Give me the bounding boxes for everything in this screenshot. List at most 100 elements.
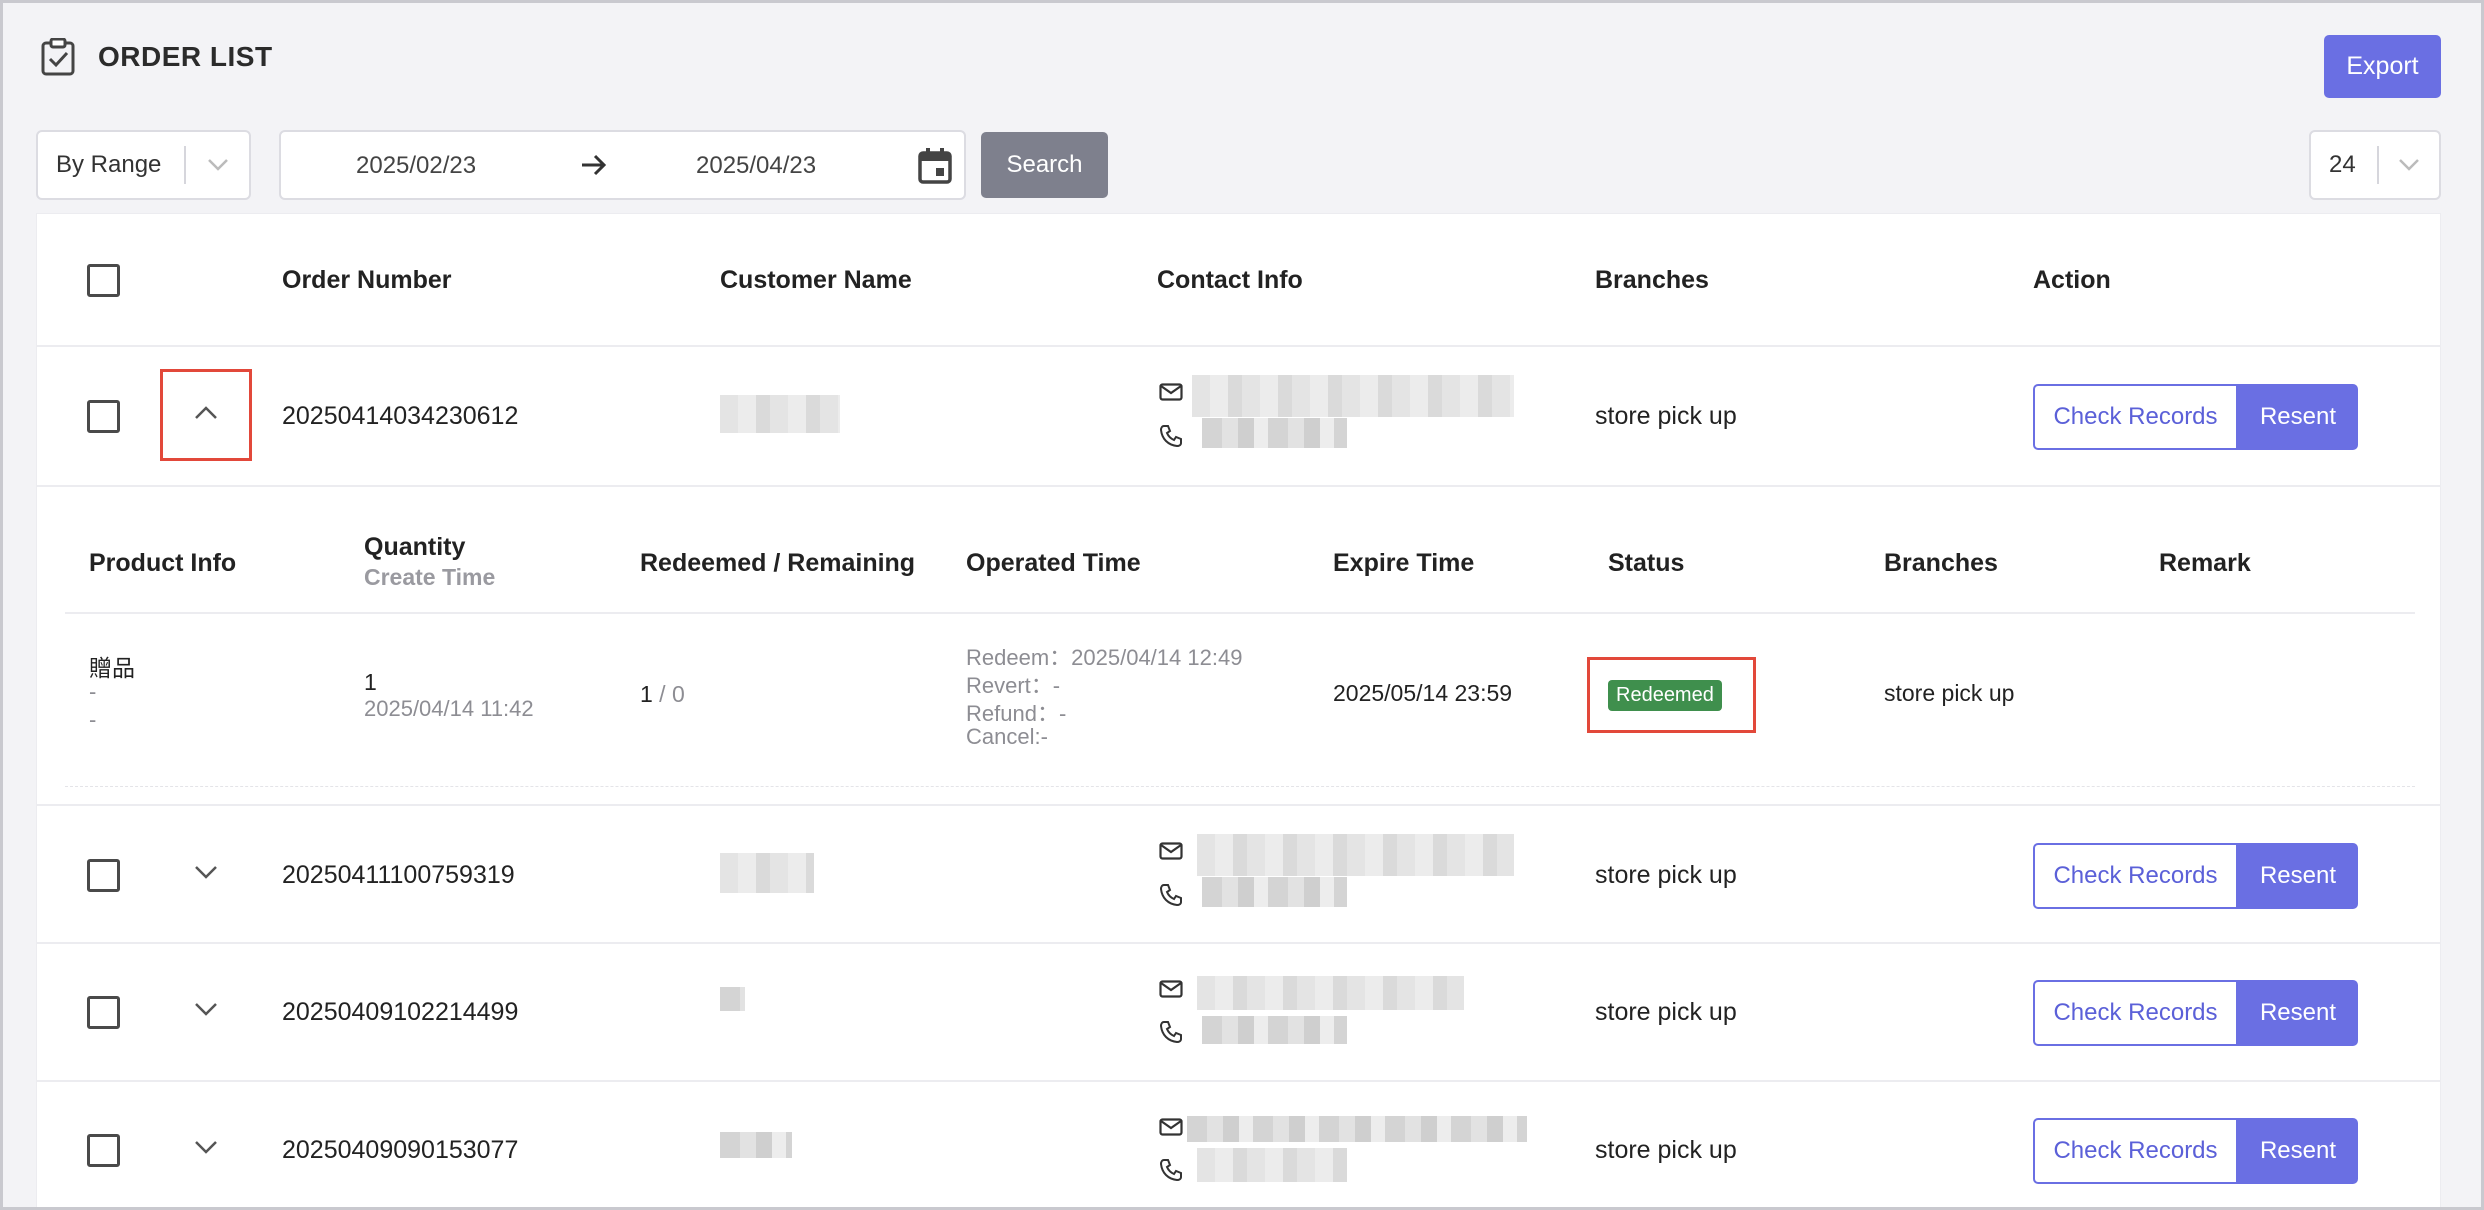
remaining-count: / 0: [652, 681, 685, 707]
phone-redacted: [1202, 418, 1347, 448]
order-number: 20250409102214499: [282, 998, 519, 1026]
item-quantity: 1: [364, 669, 377, 695]
check-records-button[interactable]: Check Records: [2033, 384, 2238, 450]
phone-icon: [1159, 1020, 1183, 1049]
table-row: 20250409090153077 store pick up Check Re…: [37, 1082, 2440, 1210]
mail-icon: [1159, 980, 1183, 1003]
customer-name-redacted: [720, 1132, 792, 1158]
detail-col-create-time: Create Time: [364, 564, 496, 590]
row-actions: Check Records Resent: [2033, 384, 2358, 450]
mail-icon: [1159, 842, 1183, 865]
branch-name: store pick up: [1595, 1136, 1737, 1164]
chevron-down-icon: [2379, 158, 2439, 172]
export-button[interactable]: Export: [2324, 35, 2441, 98]
check-records-button[interactable]: Check Records: [2033, 1118, 2238, 1184]
select-all-checkbox[interactable]: [87, 264, 120, 297]
page-header: ORDER LIST: [40, 38, 273, 76]
chevron-down-icon: [186, 158, 249, 172]
table-row: 20250414034230612 store pick up Check Re…: [37, 347, 2440, 487]
detail-col-redeemed-remaining: Redeemed / Remaining: [640, 549, 916, 577]
start-date[interactable]: 2025/02/23: [356, 152, 476, 180]
order-table: Order Number Customer Name Contact Info …: [36, 213, 2441, 1210]
item-expire-time: 2025/05/14 23:59: [1333, 680, 1513, 706]
column-branches: Branches: [1595, 266, 1709, 294]
page-size-value: 24: [2329, 151, 2356, 178]
item-create-time: 2025/04/14 11:42: [364, 696, 534, 721]
order-number: 20250411100759319: [282, 861, 515, 889]
row-actions: Check Records Resent: [2033, 1118, 2358, 1184]
phone-icon: [1159, 883, 1183, 912]
product-name: 贈品: [89, 655, 135, 681]
product-line-2: -: [89, 679, 97, 704]
chevron-down-icon: [194, 1002, 218, 1021]
detail-col-status: Status: [1608, 549, 1685, 577]
order-detail-panel: Product Info Quantity Create Time Redeem…: [65, 499, 2415, 787]
mail-icon: [1159, 383, 1183, 406]
row-checkbox[interactable]: [87, 859, 120, 892]
search-button[interactable]: Search: [981, 132, 1108, 198]
page-size-select[interactable]: 24: [2309, 130, 2441, 200]
email-redacted: [1197, 834, 1514, 876]
expand-toggle[interactable]: [160, 1103, 252, 1195]
branch-name: store pick up: [1595, 998, 1737, 1026]
redeemed-count: 1: [640, 681, 653, 707]
row-checkbox[interactable]: [87, 1134, 120, 1167]
collapse-toggle[interactable]: [160, 369, 252, 461]
row-actions: Check Records Resent: [2033, 980, 2358, 1046]
phone-redacted: [1202, 877, 1347, 907]
chevron-up-icon: [194, 405, 218, 425]
expand-toggle[interactable]: [160, 828, 252, 920]
chevron-down-icon: [194, 1140, 218, 1159]
row-checkbox[interactable]: [87, 996, 120, 1029]
calendar-icon[interactable]: [917, 147, 953, 190]
range-mode-value: By Range: [56, 151, 162, 178]
phone-redacted: [1197, 1148, 1347, 1182]
resent-button[interactable]: Resent: [2238, 1118, 2358, 1184]
phone-redacted: [1202, 1016, 1347, 1044]
arrow-right-icon: [579, 150, 609, 185]
check-records-button[interactable]: Check Records: [2033, 843, 2238, 909]
column-contact-info: Contact Info: [1157, 266, 1303, 294]
customer-name-redacted: [720, 987, 745, 1011]
clipboard-check-icon: [40, 38, 76, 76]
email-redacted: [1187, 1116, 1527, 1142]
page-title: ORDER LIST: [98, 41, 273, 72]
column-customer-name: Customer Name: [720, 266, 912, 294]
detail-col-product-info: Product Info: [89, 549, 237, 577]
range-mode-select[interactable]: By Range: [36, 130, 251, 200]
customer-name-redacted: [720, 395, 840, 433]
check-records-button[interactable]: Check Records: [2033, 980, 2238, 1046]
order-number: 20250409090153077: [282, 1136, 519, 1164]
detail-col-quantity: Quantity: [364, 533, 466, 561]
detail-col-expire-time: Expire Time: [1333, 549, 1475, 577]
row-actions: Check Records Resent: [2033, 843, 2358, 909]
operated-cancel: Cancel:-: [966, 724, 1048, 749]
expand-toggle[interactable]: [160, 965, 252, 1057]
row-checkbox[interactable]: [87, 400, 120, 433]
redeemed-remaining-value: 1 / 0: [640, 681, 685, 708]
end-date[interactable]: 2025/04/23: [696, 152, 816, 180]
table-header: Order Number Customer Name Contact Info …: [37, 214, 2440, 347]
customer-name-redacted: [720, 853, 814, 893]
order-number: 20250414034230612: [282, 402, 519, 430]
mail-icon: [1159, 1118, 1183, 1141]
email-redacted: [1192, 375, 1514, 417]
product-line-3: -: [89, 707, 97, 732]
detail-header-divider: [65, 612, 2415, 614]
table-row: 20250411100759319 store pick up Check Re…: [37, 804, 2440, 944]
date-range-picker[interactable]: 2025/02/23 2025/04/23: [279, 130, 966, 200]
detail-col-remark: Remark: [2159, 549, 2251, 577]
detail-col-branches: Branches: [1884, 549, 1998, 577]
resent-button[interactable]: Resent: [2238, 384, 2358, 450]
status-badge: Redeemed: [1608, 680, 1722, 711]
branch-name: store pick up: [1595, 402, 1737, 430]
detail-col-operated-time: Operated Time: [966, 549, 1141, 577]
phone-icon: [1159, 424, 1183, 453]
resent-button[interactable]: Resent: [2238, 980, 2358, 1046]
resent-button[interactable]: Resent: [2238, 843, 2358, 909]
chevron-down-icon: [194, 865, 218, 884]
item-branch: store pick up: [1884, 680, 2015, 706]
column-action: Action: [2033, 266, 2111, 294]
email-redacted: [1197, 976, 1464, 1010]
column-order-number: Order Number: [282, 266, 452, 294]
